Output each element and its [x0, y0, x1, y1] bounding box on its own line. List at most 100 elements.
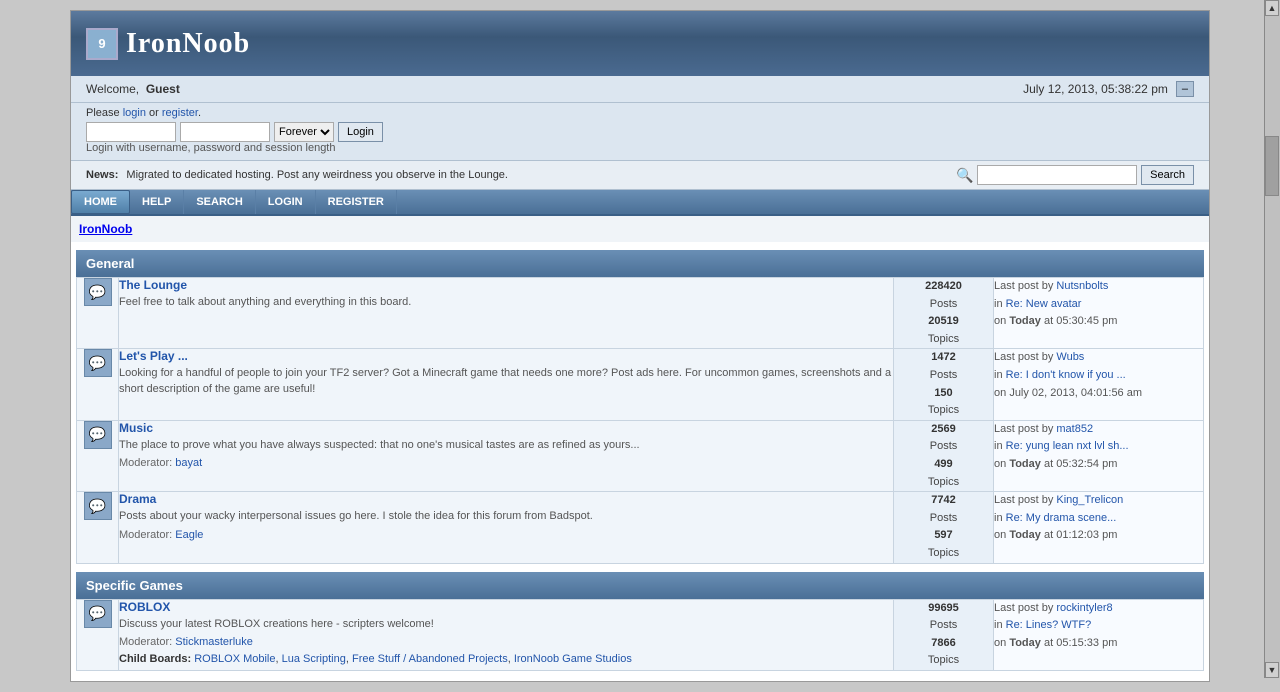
lp-thread-letsplay[interactable]: Re: I don't know if you ...: [1006, 369, 1126, 381]
forum-name-letsplay[interactable]: Let's Play ...: [119, 349, 893, 363]
child-board-game-studios[interactable]: IronNoob Game Studios: [514, 653, 632, 665]
child-board-free[interactable]: Free Stuff / Abandoned Projects: [352, 653, 508, 665]
nav-login[interactable]: LOGIN: [256, 190, 316, 214]
forum-desc-drama: Posts about your wacky interpersonal iss…: [119, 509, 893, 524]
scrollbar-down-button[interactable]: ▼: [1265, 662, 1279, 678]
posts-count: 1472: [931, 351, 955, 363]
login-link[interactable]: login: [123, 107, 146, 119]
lp-on: on: [994, 529, 1006, 541]
table-row: 💬 Drama Posts about your wacky interpers…: [77, 492, 1204, 563]
date-minimize: July 12, 2013, 05:38:22 pm –: [1023, 81, 1194, 97]
lp-time-drama: 01:12:03 pm: [1056, 529, 1117, 541]
forum-name-music[interactable]: Music: [119, 421, 893, 435]
lp-author-letsplay[interactable]: Wubs: [1056, 351, 1084, 363]
site-title: IronNoob: [126, 28, 250, 60]
nav-home[interactable]: HOME: [71, 190, 130, 214]
lp-thread-roblox[interactable]: Re: Lines? WTF?: [1006, 619, 1092, 631]
forum-name-drama[interactable]: Drama: [119, 492, 893, 506]
lp-author-lounge[interactable]: Nutsnbolts: [1056, 280, 1108, 292]
scrollbar-up-button[interactable]: ▲: [1265, 0, 1279, 16]
lp-at: at: [1044, 529, 1053, 541]
topics-count: 597: [934, 529, 952, 541]
forum-name-lounge[interactable]: The Lounge: [119, 278, 893, 292]
login-prefix: Please: [86, 107, 120, 119]
nav-search[interactable]: SEARCH: [184, 190, 255, 214]
forum-lastpost-music: Last post by mat852 in Re: yung lean nxt…: [994, 420, 1204, 491]
minimize-button[interactable]: –: [1176, 81, 1194, 97]
moderator-link-roblox[interactable]: Stickmasterluke: [175, 636, 253, 648]
moderator-link-music[interactable]: bayat: [175, 457, 202, 469]
password-input[interactable]: [180, 122, 270, 142]
forum-info-music: Music The place to prove what you have a…: [119, 420, 894, 491]
scrollbar[interactable]: ▲ ▼: [1264, 0, 1280, 678]
lp-on: on: [994, 637, 1006, 649]
general-forum-table: 💬 The Lounge Feel free to talk about any…: [76, 277, 1204, 564]
posts-label: Posts: [930, 369, 958, 381]
lp-at: at: [1044, 458, 1053, 470]
lp-time-roblox: 05:15:33 pm: [1056, 637, 1117, 649]
moderator-link-drama[interactable]: Eagle: [175, 529, 203, 541]
lp-prefix: Last post: [994, 494, 1039, 506]
lp-by: by: [1042, 351, 1054, 363]
child-board-roblox-mobile[interactable]: ROBLOX Mobile: [194, 653, 275, 665]
lp-time-lounge: 05:30:45 pm: [1056, 315, 1117, 327]
table-row: 💬 ROBLOX Discuss your latest ROBLOX crea…: [77, 599, 1204, 670]
search-input[interactable]: [977, 165, 1137, 185]
forum-stats-drama: 7742 Posts 597 Topics: [894, 492, 994, 563]
posts-label: Posts: [930, 298, 958, 310]
welcome-text: Welcome, Guest: [86, 82, 180, 96]
nav-register[interactable]: REGISTER: [316, 190, 397, 214]
posts-label: Posts: [930, 512, 958, 524]
outer-wrapper: 9 IronNoob Welcome, Guest July 12, 2013,…: [70, 10, 1210, 682]
forum-info-drama: Drama Posts about your wacky interperson…: [119, 492, 894, 563]
forum-icon: 💬: [84, 421, 112, 449]
breadcrumb-link[interactable]: IronNoob: [79, 222, 132, 236]
child-board-lua[interactable]: Lua Scripting: [282, 653, 346, 665]
login-button[interactable]: Login: [338, 122, 383, 142]
lp-by: by: [1042, 494, 1054, 506]
register-link[interactable]: register: [162, 107, 198, 119]
news-label: News:: [86, 169, 118, 181]
forum-desc-lounge: Feel free to talk about anything and eve…: [119, 295, 893, 310]
logo-icon: 9: [86, 28, 118, 60]
posts-label: Posts: [930, 440, 958, 452]
forum-name-roblox[interactable]: ROBLOX: [119, 600, 893, 614]
welcome-username: Guest: [146, 82, 180, 96]
forum-desc-roblox: Discuss your latest ROBLOX creations her…: [119, 617, 893, 632]
forum-info-roblox: ROBLOX Discuss your latest ROBLOX creati…: [119, 599, 894, 670]
lp-by: by: [1042, 423, 1054, 435]
lp-author-drama[interactable]: King_Trelicon: [1056, 494, 1123, 506]
forum-stats-roblox: 99695 Posts 7866 Topics: [894, 599, 994, 670]
forum-icon-cell: 💬: [77, 420, 119, 491]
lp-thread-drama[interactable]: Re: My drama scene...: [1006, 512, 1117, 524]
forum-icon: 💬: [84, 278, 112, 306]
lp-day-letsplay: July 02, 2013, 04:01:56 am: [1009, 387, 1142, 399]
lp-day: Today: [1009, 315, 1041, 327]
forum-stats-music: 2569 Posts 499 Topics: [894, 420, 994, 491]
search-button[interactable]: Search: [1141, 165, 1194, 185]
forum-desc-letsplay: Looking for a handful of people to join …: [119, 366, 893, 397]
login-suffix: .: [198, 107, 201, 119]
lp-thread-lounge[interactable]: Re: New avatar: [1006, 298, 1082, 310]
forum-icon-cell: 💬: [77, 349, 119, 420]
header: 9 IronNoob: [71, 11, 1209, 76]
username-input[interactable]: [86, 122, 176, 142]
breadcrumb: IronNoob: [71, 216, 1209, 242]
lp-day: Today: [1009, 458, 1041, 470]
welcome-prefix: Welcome,: [86, 82, 139, 96]
scrollbar-thumb[interactable]: [1265, 136, 1279, 196]
specific-games-forum-table: 💬 ROBLOX Discuss your latest ROBLOX crea…: [76, 599, 1204, 671]
forum-lastpost-lounge: Last post by Nutsnbolts in Re: New avata…: [994, 278, 1204, 349]
topics-label: Topics: [928, 333, 959, 345]
lp-author-roblox[interactable]: rockintyler8: [1056, 602, 1112, 614]
lp-in: in: [994, 369, 1003, 381]
nav-help[interactable]: HELP: [130, 190, 184, 214]
lp-in: in: [994, 298, 1003, 310]
posts-count: 2569: [931, 423, 955, 435]
forum-icon: 💬: [84, 349, 112, 377]
lp-thread-music[interactable]: Re: yung lean nxt lvl sh...: [1006, 440, 1129, 452]
session-select[interactable]: Forever: [274, 122, 334, 142]
lp-author-music[interactable]: mat852: [1056, 423, 1093, 435]
topics-count: 20519: [928, 315, 959, 327]
lp-prefix: Last post: [994, 423, 1039, 435]
